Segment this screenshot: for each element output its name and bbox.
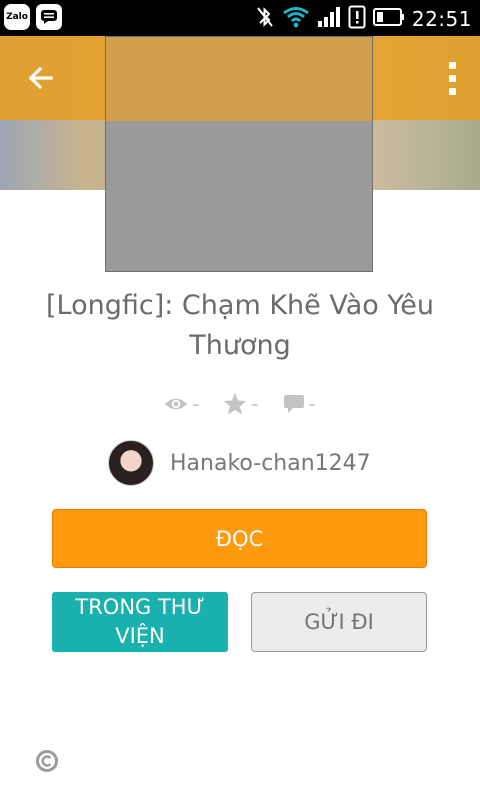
system-icons: 22:51 — [255, 5, 472, 33]
story-stats: - - - — [0, 388, 480, 420]
chat-icon — [36, 4, 62, 30]
author-link[interactable]: Hanako-chan1247 — [108, 440, 371, 486]
read-button[interactable]: ĐỌC — [52, 509, 427, 568]
status-bar: Zalo 22:51 — [0, 0, 480, 36]
notification-icons: Zalo — [4, 4, 62, 30]
star-icon — [224, 393, 247, 415]
cover-overlay — [106, 37, 372, 121]
more-vert-icon-dot — [448, 61, 456, 69]
story-title: [Longfic]: Chạm Khẽ Vào Yêu Thương — [46, 290, 434, 361]
back-button[interactable] — [18, 56, 62, 100]
arrow-left-icon — [28, 66, 53, 90]
wifi-icon — [282, 6, 310, 32]
send-button[interactable]: GỬI ĐI — [251, 592, 427, 652]
signal-icon — [317, 6, 341, 32]
alert-icon — [348, 5, 366, 33]
author-name: Hanako-chan1247 — [170, 450, 371, 476]
comment-icon — [283, 395, 304, 413]
more-options-button[interactable] — [442, 56, 462, 100]
zalo-icon: Zalo — [4, 4, 30, 30]
in-library-button[interactable]: TRONG THƯ VIỆN — [52, 592, 228, 652]
more-vert-icon-dot — [448, 87, 456, 95]
votes-count: - — [251, 392, 259, 416]
eye-icon — [165, 398, 188, 410]
battery-icon — [372, 7, 405, 31]
votes-stat: - — [223, 392, 259, 416]
comments-count: - — [308, 392, 316, 416]
comments-stat: - — [283, 392, 316, 416]
copyright-icon[interactable] — [35, 749, 59, 773]
more-vert-icon-dot — [448, 74, 456, 82]
zalo-label: Zalo — [6, 12, 28, 22]
bluetooth-off-icon — [255, 5, 275, 33]
author-avatar — [108, 440, 154, 486]
reads-count: - — [192, 392, 200, 416]
clock: 22:51 — [411, 7, 472, 31]
story-cover — [105, 36, 373, 272]
reads-stat: - — [164, 392, 199, 416]
